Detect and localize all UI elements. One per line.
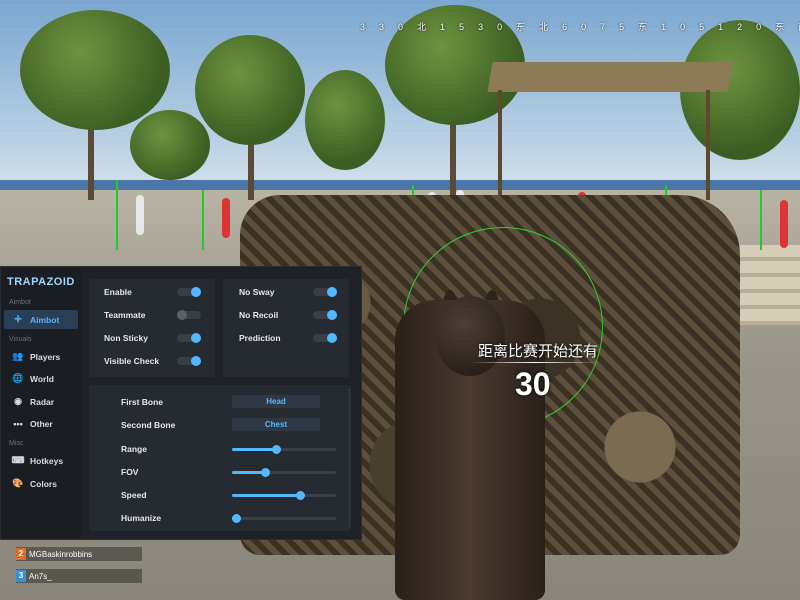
esp-line: [202, 190, 204, 250]
nav-item-aimbot[interactable]: ✛ Aimbot: [4, 310, 78, 329]
nav-item-players[interactable]: 👥 Players: [4, 347, 78, 366]
tree: [20, 10, 170, 130]
compass-bar: 330北1530东北6075东105120东南150165: [360, 22, 800, 32]
team-rank-badge: 3: [16, 570, 26, 582]
fov-slider[interactable]: [232, 468, 336, 477]
fov-label: FOV: [121, 467, 139, 477]
tent-pole: [498, 90, 502, 200]
menu-sidebar: TRAPAZOID Aimbot ✛ Aimbot Visuals 👥 Play…: [1, 267, 81, 539]
nav-item-label: Radar: [30, 396, 55, 407]
match-countdown-value: 30: [515, 366, 551, 402]
camo-tent-roof: [487, 62, 733, 92]
radar-icon: ◉: [14, 396, 22, 406]
enemy-player: [780, 200, 788, 248]
no-sway-toggle[interactable]: [313, 287, 337, 297]
first-bone-select[interactable]: Head: [232, 395, 320, 408]
match-countdown-title: 距离比赛开始还有: [478, 342, 599, 360]
globe-icon: 🌐: [12, 373, 24, 383]
toggle-label-non-sticky: Non Sticky: [104, 333, 148, 343]
team-member-name: MGBaskinrobbins: [29, 549, 93, 559]
esp-line: [116, 180, 118, 250]
toggle-label-no-recoil: No Recoil: [239, 310, 279, 320]
team-member-row: 2 MGBaskinrobbins: [16, 547, 142, 561]
range-label: Range: [121, 444, 147, 454]
cheat-menu-window[interactable]: TRAPAZOID Aimbot ✛ Aimbot Visuals 👥 Play…: [0, 266, 362, 540]
visible-check-toggle[interactable]: [177, 356, 201, 366]
enemy-player: [222, 198, 230, 238]
range-slider[interactable]: [232, 445, 336, 454]
crosshair-icon: ✛: [14, 314, 22, 324]
nav-item-colors[interactable]: 🎨 Colors: [4, 474, 78, 493]
tree: [305, 70, 385, 170]
nav-item-other[interactable]: ••• Other: [4, 414, 78, 433]
toggle-label-no-sway: No Sway: [239, 287, 275, 297]
section-label-aimbot: Aimbot: [9, 299, 31, 306]
teammate-toggle[interactable]: [177, 310, 201, 320]
esp-line: [760, 190, 762, 250]
nav-item-label: Hotkeys: [30, 455, 64, 466]
no-recoil-toggle[interactable]: [313, 310, 337, 320]
enemy-player: [136, 195, 144, 235]
second-bone-label: Second Bone: [121, 420, 176, 430]
non-sticky-toggle[interactable]: [177, 333, 201, 343]
nav-item-world[interactable]: 🌐 World: [4, 369, 78, 388]
nav-item-label: Players: [30, 351, 61, 362]
more-icon: •••: [13, 418, 23, 429]
tree: [195, 35, 305, 145]
first-bone-label: First Bone: [121, 397, 164, 407]
countdown-divider: [470, 362, 600, 363]
second-bone-select[interactable]: Chest: [232, 418, 320, 431]
speed-label: Speed: [121, 490, 147, 500]
toggle-label-teammate: Teammate: [104, 310, 146, 320]
team-member-name: An7s_: [29, 571, 52, 581]
speed-slider[interactable]: [232, 491, 336, 500]
player-character-head: [435, 296, 505, 376]
toggle-label-enable: Enable: [104, 287, 132, 297]
toggle-label-visible-check: Visible Check: [104, 356, 160, 366]
humanize-label: Humanize: [121, 513, 162, 523]
nav-item-label: Aimbot: [30, 314, 60, 325]
toggle-label-prediction: Prediction: [239, 333, 281, 343]
nav-item-hotkeys[interactable]: ⌨ Hotkeys: [4, 451, 78, 470]
section-label-misc: Misc: [9, 440, 24, 447]
humanize-slider[interactable]: [232, 514, 336, 523]
team-rank-badge: 2: [16, 548, 26, 560]
nav-item-label: Colors: [30, 478, 57, 489]
tent-pole: [706, 90, 710, 200]
settings-scrollbar[interactable]: [348, 388, 351, 528]
section-label-visuals: Visuals: [9, 336, 32, 343]
team-member-row: 3 An7s_: [16, 569, 142, 583]
players-icon: 👥: [12, 351, 24, 361]
tree: [130, 110, 210, 180]
nav-item-radar[interactable]: ◉ Radar: [4, 392, 78, 411]
nav-item-label: World: [30, 373, 54, 384]
keyboard-icon: ⌨: [11, 455, 25, 465]
nav-item-label: Other: [30, 418, 53, 429]
palette-icon: 🎨: [12, 478, 24, 488]
enable-toggle[interactable]: [177, 287, 201, 297]
prediction-toggle[interactable]: [313, 333, 337, 343]
menu-logo: TRAPAZOID: [7, 276, 75, 288]
